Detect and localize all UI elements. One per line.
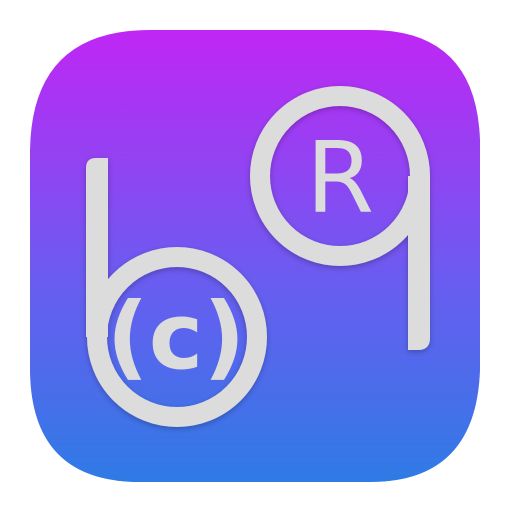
- registered-mark: R: [306, 122, 374, 236]
- q-descender: [408, 176, 430, 350]
- copyright-mark: (c): [107, 283, 246, 390]
- app-icon-canvas: (c) R: [0, 0, 512, 512]
- app-icon: (c) R: [30, 30, 480, 482]
